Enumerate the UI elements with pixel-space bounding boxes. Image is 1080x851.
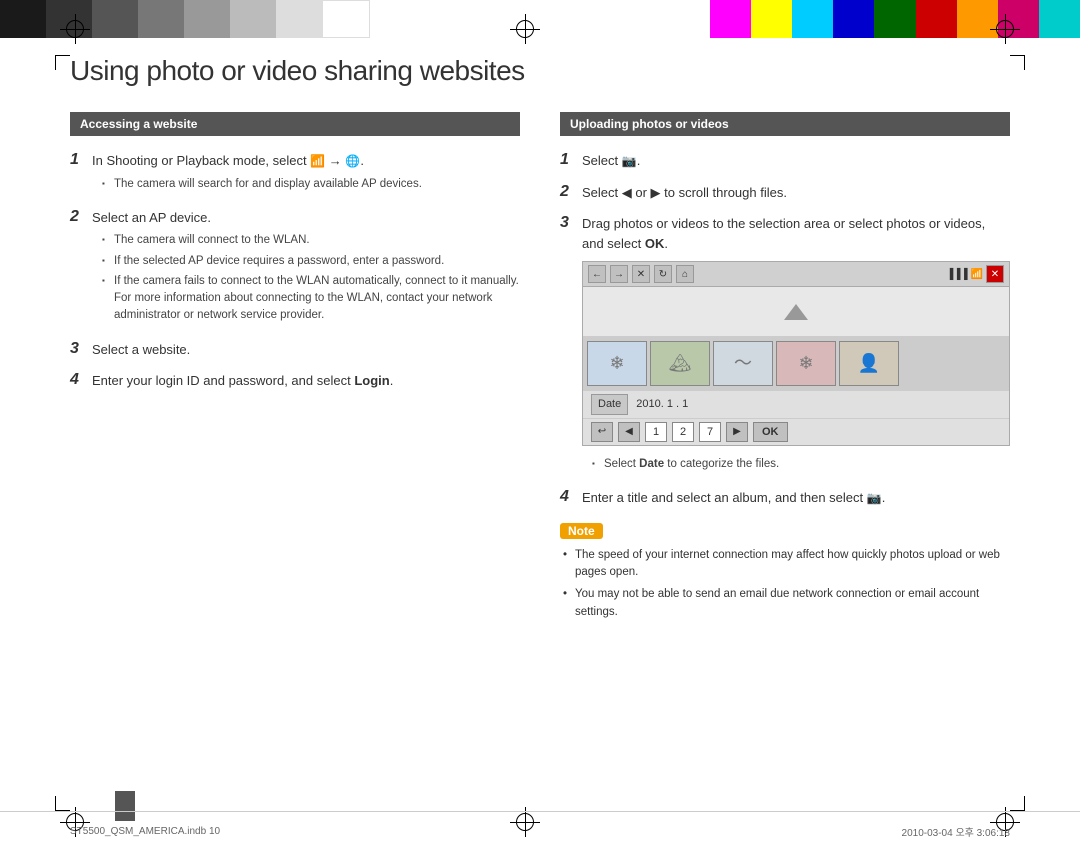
home-btn[interactable]: ⌂ xyxy=(676,265,694,283)
refresh-btn[interactable]: ↻ xyxy=(654,265,672,283)
uploading-step-2: 2 Select ◀ or ▶ to scroll through files. xyxy=(560,183,1010,203)
globe-icon: 🌐 xyxy=(345,152,360,170)
accessing-header: Accessing a website xyxy=(70,112,520,136)
corner-mark-tl xyxy=(55,55,70,70)
footer-right: 2010-03-04 오후 3:06:18 xyxy=(902,824,1010,839)
forward-btn[interactable]: → xyxy=(610,265,628,283)
step-content-1: In Shooting or Playback mode, select 📶 →… xyxy=(92,151,422,196)
close-btn[interactable]: ✕ xyxy=(986,265,1004,283)
browser-toolbar: ← → ✕ ↻ ⌂ ▐▐▐ 📶 ✕ xyxy=(583,262,1009,287)
thumb-2[interactable]: 🏔 xyxy=(650,341,710,386)
accessing-step-4: 4 Enter your login ID and password, and … xyxy=(70,371,520,391)
wifi-icon: 📶 xyxy=(310,152,325,170)
nav-num-3[interactable]: 7 xyxy=(699,422,721,442)
uploading-column: Uploading photos or videos 1 Select 📷. 2… xyxy=(560,112,1010,626)
reg-mark-top-left xyxy=(60,14,90,44)
step-content-4: Enter your login ID and password, and se… xyxy=(92,371,393,391)
footer-left: ST5500_QSM_AMERICA.indb 10 xyxy=(70,826,220,837)
reg-mark-top-right xyxy=(990,14,1020,44)
step-content-3: Select a website. xyxy=(92,340,190,360)
upload-step-number-3: 3 xyxy=(560,214,582,232)
footer: ST5500_QSM_AMERICA.indb 10 2010-03-04 오후… xyxy=(0,811,1080,851)
prev-btn[interactable]: ◀ xyxy=(618,422,640,442)
upload-step-content-4: Enter a title and select an album, and t… xyxy=(582,488,885,508)
note-item-2: You may not be able to send an email due… xyxy=(560,586,1010,621)
uploading-header: Uploading photos or videos xyxy=(560,112,1010,136)
bullet-item: Select Date to categorize the files. xyxy=(592,456,1010,473)
page-title: Using photo or video sharing websites xyxy=(70,55,1010,87)
upload-icon-1: 📷 xyxy=(622,152,637,170)
uploading-step-1: 1 Select 📷. xyxy=(560,151,1010,171)
step-number-3: 3 xyxy=(70,340,92,358)
undo-btn[interactable]: ↩ xyxy=(591,422,613,442)
thumb-1[interactable]: ❄ xyxy=(587,341,647,386)
step-3-bullets: Select Date to categorize the files. xyxy=(592,456,1010,473)
stop-btn[interactable]: ✕ xyxy=(632,265,650,283)
upload-step-number-2: 2 xyxy=(560,183,582,201)
note-label: Note xyxy=(560,523,603,539)
step-number-2: 2 xyxy=(70,208,92,226)
toolbar-left: ← → ✕ ↻ ⌂ xyxy=(588,265,694,283)
date-value: 2010. 1 . 1 xyxy=(636,396,688,413)
upload-drop-area[interactable] xyxy=(583,287,1009,337)
bullet-item: The camera will search for and display a… xyxy=(102,176,422,193)
photo-thumbnails: ❄ 🏔 〜 ❄ 👤 xyxy=(583,337,1009,390)
photo-browser: ← → ✕ ↻ ⌂ ▐▐▐ 📶 ✕ xyxy=(582,261,1010,446)
thumb-3[interactable]: 〜 xyxy=(713,341,773,386)
step-2-bullets: The camera will connect to the WLAN. If … xyxy=(102,232,520,324)
color-bar xyxy=(0,0,1080,38)
nav-num-1[interactable]: 1 xyxy=(645,422,667,442)
accessing-column: Accessing a website 1 In Shooting or Pla… xyxy=(70,112,520,626)
browser-nav: ↩ ◀ 1 2 7 ▶ OK xyxy=(583,418,1009,446)
step-number-1: 1 xyxy=(70,151,92,169)
bullet-item: If the selected AP device requires a pas… xyxy=(102,253,520,270)
accessing-step-1: 1 In Shooting or Playback mode, select 📶… xyxy=(70,151,520,196)
date-bar: Date 2010. 1 . 1 xyxy=(583,390,1009,418)
uploading-step-3: 3 Drag photos or videos to the selection… xyxy=(560,214,1010,476)
ok-button[interactable]: OK xyxy=(753,422,788,443)
uploading-step-4: 4 Enter a title and select an album, and… xyxy=(560,488,1010,508)
upload-step-content-2: Select ◀ or ▶ to scroll through files. xyxy=(582,183,787,203)
upload-step-content-1: Select 📷. xyxy=(582,151,640,171)
accessing-step-2: 2 Select an AP device. The camera will c… xyxy=(70,208,520,328)
step-content-2: Select an AP device. The camera will con… xyxy=(92,208,520,328)
step-1-bullets: The camera will search for and display a… xyxy=(102,176,422,193)
thumb-5[interactable]: 👤 xyxy=(839,341,899,386)
bullet-item: The camera will connect to the WLAN. xyxy=(102,232,520,249)
note-item-1: The speed of your internet connection ma… xyxy=(560,547,1010,582)
next-btn[interactable]: ▶ xyxy=(726,422,748,442)
upload-step-number-4: 4 xyxy=(560,488,582,506)
reg-mark-top-center xyxy=(510,14,540,44)
signal-indicator: ▐▐▐ 📶 ✕ xyxy=(946,265,1004,283)
two-column-layout: Accessing a website 1 In Shooting or Pla… xyxy=(70,112,1010,626)
thumb-4[interactable]: ❄ xyxy=(776,341,836,386)
note-header: Note xyxy=(560,523,1010,539)
upload-step-content-3: Drag photos or videos to the selection a… xyxy=(582,214,1010,476)
upload-arrow-icon xyxy=(784,304,808,320)
album-icon: 📷 xyxy=(867,489,882,507)
note-section: Note The speed of your internet connecti… xyxy=(560,523,1010,621)
nav-num-2[interactable]: 2 xyxy=(672,422,694,442)
upload-step-number-1: 1 xyxy=(560,151,582,169)
corner-mark-tr xyxy=(1010,55,1025,70)
back-btn[interactable]: ← xyxy=(588,265,606,283)
step-number-4: 4 xyxy=(70,371,92,389)
accessing-step-3: 3 Select a website. xyxy=(70,340,520,360)
main-content: Using photo or video sharing websites Ac… xyxy=(70,55,1010,801)
date-button[interactable]: Date xyxy=(591,394,628,415)
bullet-item: If the camera fails to connect to the WL… xyxy=(102,273,520,325)
